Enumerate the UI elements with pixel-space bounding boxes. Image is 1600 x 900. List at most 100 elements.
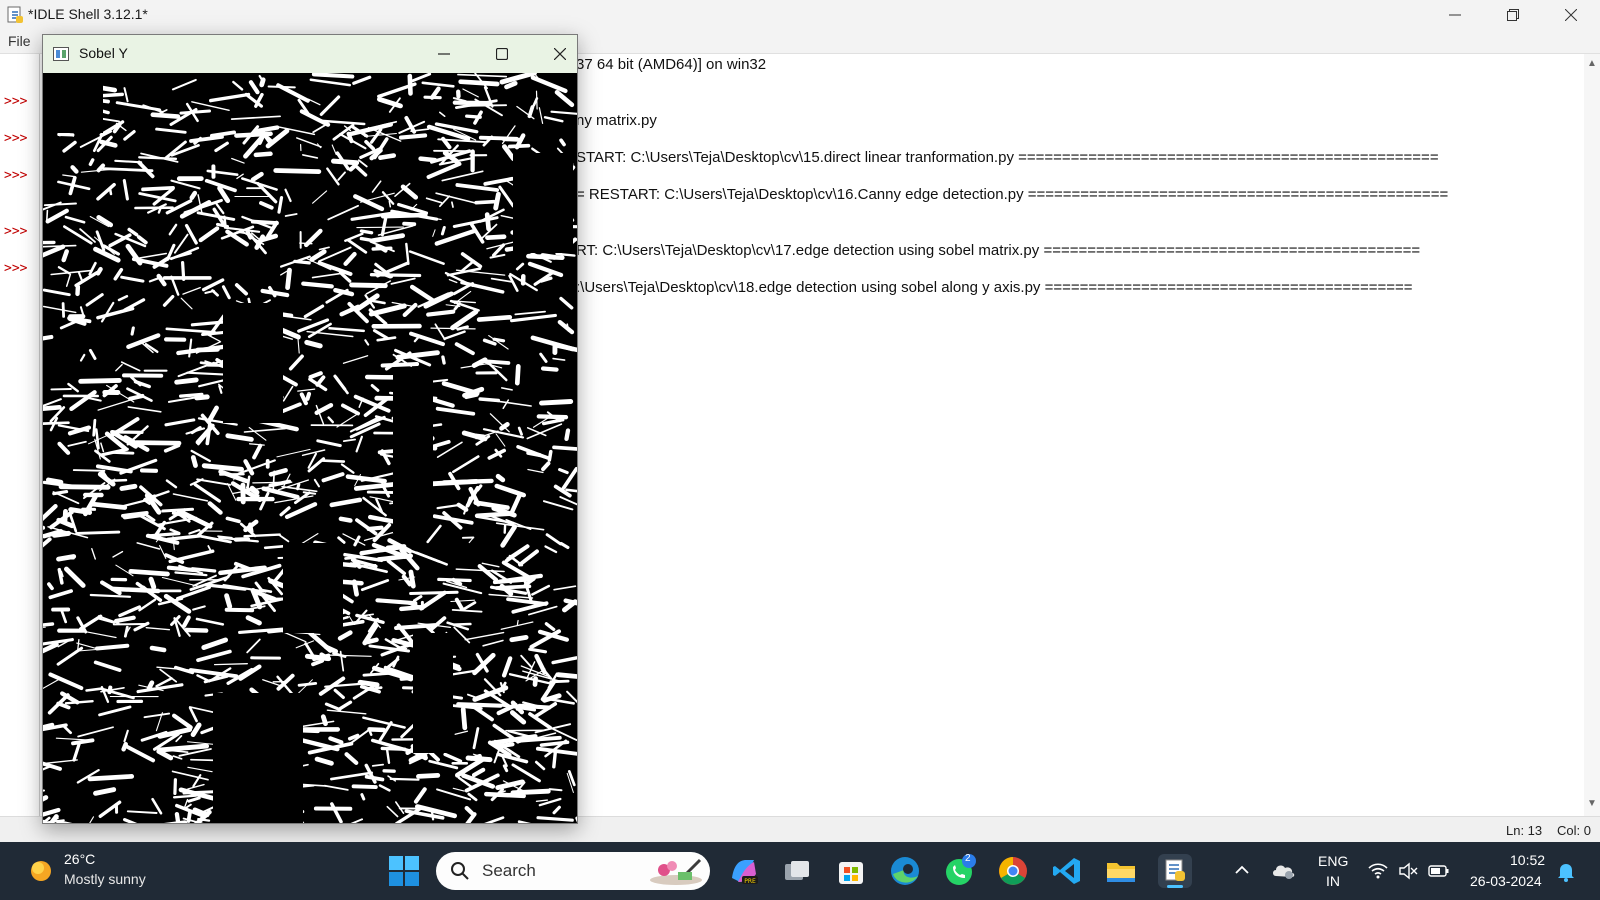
edge-stroke xyxy=(43,305,77,314)
edge-stroke xyxy=(559,541,570,550)
edge-stroke xyxy=(531,584,551,596)
edge-stroke xyxy=(331,158,360,166)
edge-stroke xyxy=(495,742,515,749)
weather-sun-icon[interactable] xyxy=(26,856,56,886)
edge-stroke xyxy=(316,439,342,448)
edge-stroke xyxy=(426,478,479,487)
edge-stroke xyxy=(302,491,317,495)
edge-stroke xyxy=(514,364,521,386)
search-highlight-art-icon xyxy=(650,858,702,885)
edge-stroke xyxy=(72,469,106,472)
scroll-up-icon[interactable]: ▲ xyxy=(1587,58,1597,69)
weather-temperature[interactable]: 26°C xyxy=(64,851,95,867)
edge-stroke xyxy=(419,590,447,611)
edge-stroke xyxy=(501,656,513,678)
weather-description[interactable]: Mostly sunny xyxy=(64,871,146,887)
edge-stroke xyxy=(458,79,500,87)
edge-stroke xyxy=(510,788,551,796)
edge-stroke xyxy=(246,638,261,654)
edge-stroke xyxy=(441,355,446,365)
edge-stroke xyxy=(43,642,59,654)
edge-stroke xyxy=(378,153,397,160)
edge-stroke xyxy=(465,114,482,119)
clock-date[interactable]: 26-03-2024 xyxy=(1470,873,1542,889)
edge-stroke xyxy=(543,500,574,511)
edge-browser-icon[interactable] xyxy=(888,854,922,888)
edge-stroke xyxy=(465,755,493,763)
sobel-titlebar[interactable]: Sobel Y xyxy=(43,35,577,73)
sobel-maximize-button[interactable] xyxy=(473,35,531,73)
edge-stroke xyxy=(333,688,345,700)
edge-stroke xyxy=(311,272,341,279)
edge-stroke xyxy=(478,135,519,141)
edge-stroke xyxy=(441,170,484,182)
edge-stroke xyxy=(60,609,68,624)
edge-stroke xyxy=(85,687,104,692)
edge-stroke xyxy=(180,297,193,310)
edge-stroke xyxy=(189,135,224,143)
edge-stroke xyxy=(118,605,142,618)
whatsapp-icon[interactable]: 2 xyxy=(942,853,976,888)
edge-stroke xyxy=(284,213,298,217)
edge-stroke xyxy=(380,361,420,368)
wifi-icon[interactable] xyxy=(1368,862,1388,880)
edge-stroke xyxy=(325,654,372,657)
edge-stroke xyxy=(100,301,115,323)
edge-stroke xyxy=(337,630,353,641)
restore-icon xyxy=(1507,9,1519,21)
edge-stroke xyxy=(88,158,95,167)
opencv-window-icon xyxy=(53,47,69,61)
edge-stroke xyxy=(312,190,328,204)
edge-stroke xyxy=(534,723,572,734)
edge-stroke xyxy=(223,215,227,229)
vscode-icon[interactable] xyxy=(1050,854,1084,888)
windows-start-icon[interactable] xyxy=(388,856,420,886)
edge-stroke xyxy=(332,75,355,78)
region-indicator[interactable]: IN xyxy=(1326,873,1340,889)
task-view-icon[interactable] xyxy=(780,854,814,888)
edge-stroke xyxy=(79,353,86,362)
copilot-icon[interactable]: PRE xyxy=(726,854,760,888)
sobel-close-button[interactable] xyxy=(531,35,589,73)
sobel-y-window[interactable]: Sobel Y xyxy=(42,34,578,824)
chrome-icon[interactable] xyxy=(996,854,1030,888)
language-indicator[interactable]: ENG xyxy=(1318,853,1348,869)
edge-stroke xyxy=(552,805,561,815)
vertical-scrollbar[interactable]: ▲ ▼ xyxy=(1584,54,1600,816)
sobel-minimize-button[interactable] xyxy=(415,35,473,73)
restore-button[interactable] xyxy=(1484,0,1542,30)
microsoft-store-icon[interactable] xyxy=(834,854,868,888)
edge-stroke xyxy=(304,228,323,248)
onedrive-cloud-icon[interactable] xyxy=(1270,858,1296,882)
edge-stroke xyxy=(457,73,508,78)
file-explorer-icon[interactable] xyxy=(1104,854,1138,888)
chevron-up-icon[interactable] xyxy=(1232,860,1252,880)
edge-stroke xyxy=(425,197,443,204)
scroll-down-icon[interactable]: ▼ xyxy=(1587,798,1597,809)
edge-stroke xyxy=(85,293,104,307)
edge-stroke xyxy=(138,252,167,259)
speaker-muted-icon[interactable] xyxy=(1398,862,1418,880)
battery-icon[interactable] xyxy=(1428,862,1450,880)
edge-shadow-block xyxy=(213,693,303,823)
close-button[interactable] xyxy=(1542,0,1600,30)
edge-stroke xyxy=(308,371,323,380)
edge-stroke xyxy=(367,727,386,733)
edge-stroke xyxy=(389,777,420,781)
sobel-window-title: Sobel Y xyxy=(79,45,128,61)
clock-time[interactable]: 10:52 xyxy=(1510,852,1545,868)
edge-stroke xyxy=(165,479,178,489)
taskbar-search-box[interactable]: Search xyxy=(436,852,710,890)
edge-stroke xyxy=(356,226,404,229)
minimize-button[interactable] xyxy=(1426,0,1484,30)
idle-taskbar-icon[interactable] xyxy=(1158,854,1192,888)
menu-file[interactable]: File xyxy=(8,33,31,49)
edge-stroke xyxy=(550,110,577,115)
notification-bell-icon[interactable] xyxy=(1556,860,1576,882)
prompt-gutter: >>> >>> >>> >>> >>> xyxy=(0,54,40,816)
edge-stroke xyxy=(172,713,193,730)
edge-stroke xyxy=(123,729,129,743)
edge-stroke xyxy=(462,601,477,611)
edge-stroke xyxy=(359,229,374,235)
edge-stroke xyxy=(552,357,566,361)
